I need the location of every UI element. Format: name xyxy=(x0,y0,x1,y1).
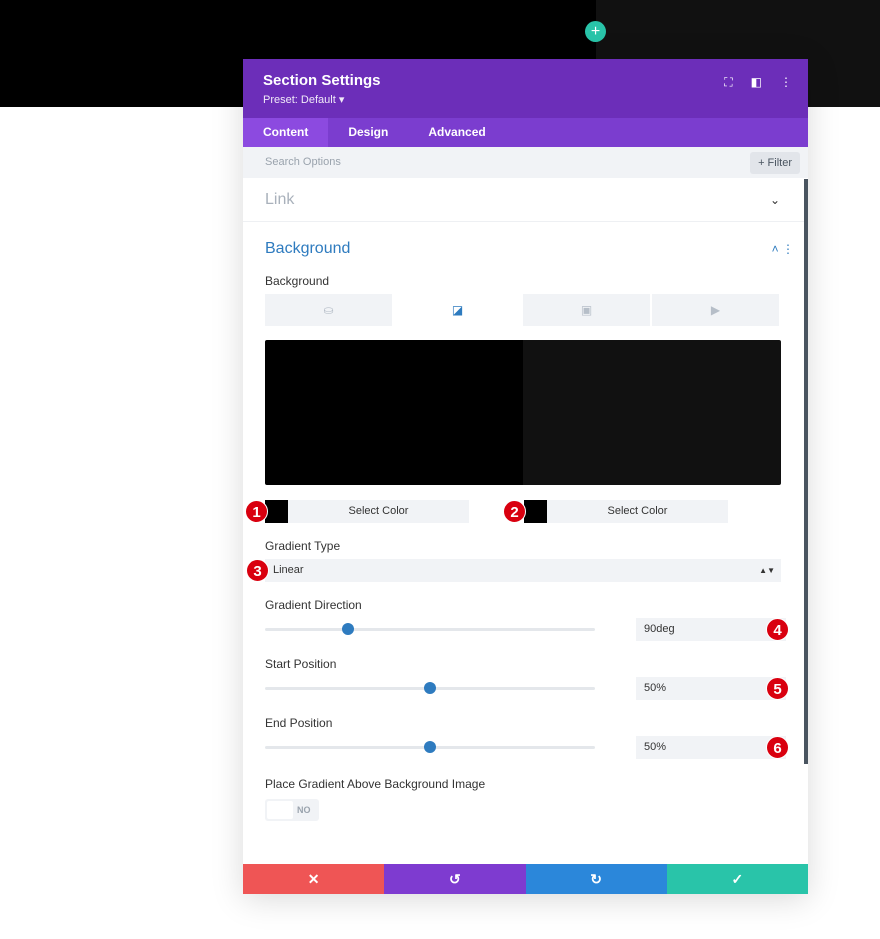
slider-handle[interactable] xyxy=(424,741,436,753)
marker-6: 6 xyxy=(766,736,789,759)
select-color-button-1[interactable]: Select Color xyxy=(288,500,469,523)
slider-handle[interactable] xyxy=(424,682,436,694)
tab-advanced[interactable]: Advanced xyxy=(408,118,505,147)
marker-1: 1 xyxy=(245,500,268,523)
scrollbar[interactable] xyxy=(804,179,808,764)
redo-button[interactable]: ↻ xyxy=(525,864,667,894)
save-button[interactable]: ✓ xyxy=(666,864,808,894)
color-swatch-2[interactable] xyxy=(524,500,547,523)
slider-handle[interactable] xyxy=(341,623,354,635)
gradient-icon[interactable]: ◪ xyxy=(394,294,521,326)
more-icon[interactable]: ⋮ xyxy=(780,75,792,90)
end-position-slider[interactable] xyxy=(265,741,595,753)
marker-5: 5 xyxy=(766,677,789,700)
start-position-label: Start Position xyxy=(265,657,337,671)
place-gradient-label: Place Gradient Above Background Image xyxy=(265,777,486,791)
gradient-type-value: Linear xyxy=(273,564,304,576)
tab-bar: Content Design Advanced xyxy=(243,118,808,147)
background-section-header[interactable]: Background ˄ ⋮ xyxy=(243,236,808,262)
marker-2: 2 xyxy=(503,500,526,523)
modal-header: Section Settings Preset: Default ▾ ⛶ ◧ ⋮ xyxy=(243,59,808,118)
gradient-direction-input[interactable]: 90deg xyxy=(636,618,786,641)
section-settings-modal: Section Settings Preset: Default ▾ ⛶ ◧ ⋮ C… xyxy=(243,59,808,894)
place-gradient-toggle[interactable]: NO xyxy=(265,799,319,821)
gradient-direction-label: Gradient Direction xyxy=(265,598,362,612)
search-placeholder: Search Options xyxy=(265,156,341,168)
search-input[interactable]: Search Options + Filter xyxy=(243,147,808,178)
tab-design[interactable]: Design xyxy=(328,118,408,147)
video-icon[interactable]: ▶ xyxy=(652,294,779,326)
undo-button[interactable]: ↺ xyxy=(384,864,526,894)
sidebar-icon[interactable]: ◧ xyxy=(751,75,762,90)
gradient-type-label: Gradient Type xyxy=(265,539,341,553)
background-title: Background xyxy=(265,240,351,257)
end-position-input[interactable]: 50% xyxy=(636,736,786,759)
color-swatch-1[interactable] xyxy=(265,500,288,523)
gradient-preview-right xyxy=(523,340,781,485)
start-position-input[interactable]: 50% xyxy=(636,677,786,700)
gradient-type-select[interactable]: Linear ▲▼ xyxy=(265,559,781,582)
paint-bucket-icon[interactable]: ⛀ xyxy=(265,294,392,326)
link-title: Link xyxy=(265,191,295,208)
gradient-preview-left xyxy=(265,340,523,485)
end-position-label: End Position xyxy=(265,716,333,730)
modal-title: Section Settings xyxy=(263,72,381,89)
tab-content[interactable]: Content xyxy=(243,118,329,147)
select-color-button-2[interactable]: Select Color xyxy=(547,500,728,523)
cancel-button[interactable]: ✕ xyxy=(243,864,385,894)
image-icon[interactable]: ▣ xyxy=(523,294,650,326)
start-position-slider[interactable] xyxy=(265,682,595,694)
chevron-up-icon: ˄ ⋮ xyxy=(771,242,794,256)
preset-dropdown[interactable]: Preset: Default ▾ xyxy=(263,93,788,106)
toggle-value: NO xyxy=(297,805,311,815)
background-label: Background xyxy=(265,274,330,288)
gradient-preview xyxy=(265,340,781,485)
gradient-direction-slider[interactable] xyxy=(265,623,595,635)
link-section-toggle[interactable]: Link ⌄ xyxy=(243,178,808,222)
background-type-tabs: ⛀ ◪ ▣ ▶ xyxy=(265,294,781,326)
filter-button[interactable]: + Filter xyxy=(750,152,800,174)
marker-3: 3 xyxy=(246,559,269,582)
add-section-button[interactable]: + xyxy=(585,21,606,42)
marker-4: 4 xyxy=(766,618,789,641)
select-arrows-icon: ▲▼ xyxy=(759,566,775,575)
chevron-down-icon: ⌄ xyxy=(769,193,780,207)
fullscreen-icon[interactable]: ⛶ xyxy=(724,75,732,90)
